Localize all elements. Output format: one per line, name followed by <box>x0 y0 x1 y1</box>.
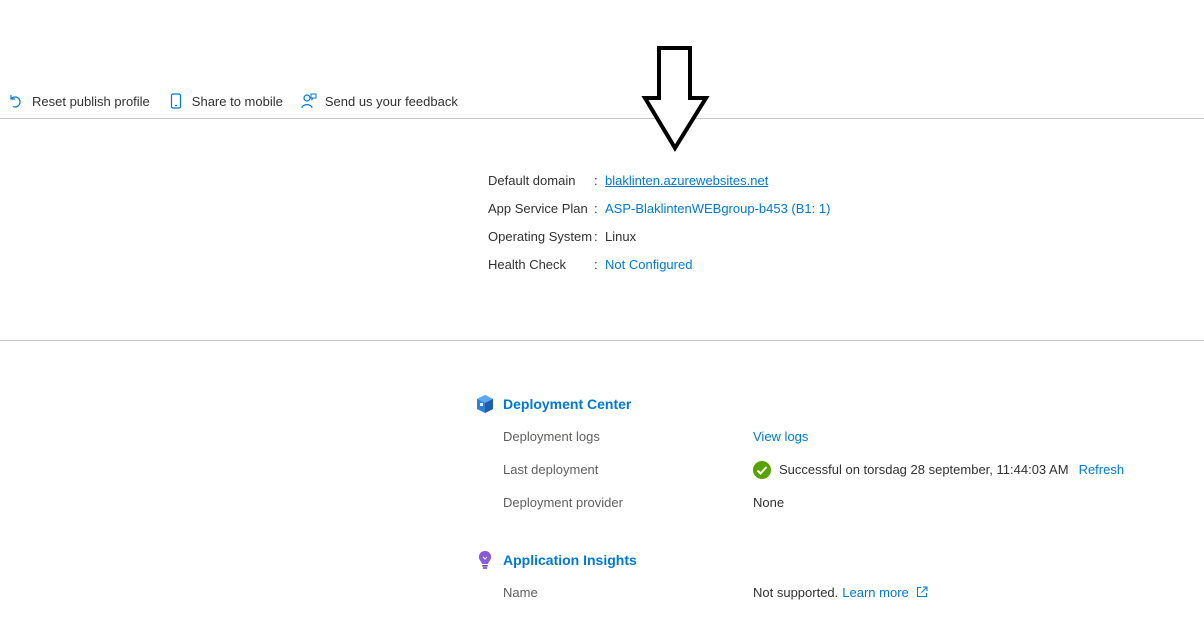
reset-publish-profile-button[interactable]: Reset publish profile <box>8 93 150 109</box>
command-bar: Reset publish profile Share to mobile Se… <box>0 88 468 114</box>
app-service-plan-label: App Service Plan <box>488 200 588 216</box>
view-logs-link[interactable]: View logs <box>753 429 808 444</box>
last-deployment-value: Successful on torsdag 28 september, 11:4… <box>753 460 1125 479</box>
default-domain-link[interactable]: blaklinten.azurewebsites.net <box>605 173 768 188</box>
deployment-provider-row: Deployment provider None <box>475 486 784 519</box>
operating-system-value: Linux <box>605 228 637 244</box>
app-service-plan-link[interactable]: ASP-BlaklintenWEBgroup-b453 (B1: 1) <box>605 201 830 216</box>
app-insights-name-value: Not supported. Learn more <box>753 585 928 600</box>
deployment-logs-label: Deployment logs <box>503 429 600 444</box>
not-supported-text: Not supported. <box>753 585 839 600</box>
deployment-cube-icon <box>477 395 493 413</box>
health-check-link[interactable]: Not Configured <box>605 257 692 272</box>
send-feedback-button[interactable]: Send us your feedback <box>301 93 458 109</box>
share-to-mobile-button[interactable]: Share to mobile <box>168 93 283 109</box>
last-deployment-row: Last deployment Successful on torsdag 28… <box>475 453 1124 486</box>
deployment-center-link[interactable]: Deployment Center <box>503 396 631 412</box>
application-insights-link[interactable]: Application Insights <box>503 552 637 568</box>
application-insights-header: Application Insights <box>475 548 637 572</box>
essentials-row-app-service-plan: App Service Plan : ASP-BlaklintenWEBgrou… <box>488 194 830 222</box>
undo-icon <box>10 95 21 108</box>
deployment-provider-label: Deployment provider <box>503 495 623 510</box>
deployment-center-section: Deployment Center Deployment logs View l… <box>475 392 1124 519</box>
learn-more-link[interactable]: Learn more <box>842 585 928 600</box>
reset-publish-profile-label: Reset publish profile <box>32 93 150 109</box>
last-deployment-label: Last deployment <box>503 462 599 477</box>
deployment-logs-value: View logs <box>753 429 808 444</box>
separator: : <box>594 172 598 188</box>
app-insights-name-row: Name Not supported. Learn more <box>475 576 928 609</box>
health-check-label: Health Check <box>488 256 567 272</box>
application-insights-section: Application Insights Name Not supported.… <box>475 548 928 609</box>
separator: : <box>594 256 598 272</box>
deployment-center-header: Deployment Center <box>475 392 631 416</box>
deployment-logs-row: Deployment logs View logs <box>475 420 808 453</box>
share-to-mobile-label: Share to mobile <box>191 93 283 109</box>
external-link-icon <box>917 586 928 597</box>
down-arrow-icon <box>641 46 710 152</box>
essentials-row-health-check: Health Check : Not Configured <box>488 250 830 278</box>
feedback-person-icon <box>301 93 317 109</box>
separator: : <box>594 228 598 244</box>
separator: : <box>594 200 598 216</box>
lightbulb-icon <box>478 551 492 569</box>
operating-system-label: Operating System <box>488 228 593 244</box>
default-domain-label: Default domain <box>488 172 576 188</box>
checkmark-circle-icon <box>753 460 771 479</box>
section-divider <box>0 340 1204 341</box>
deployment-provider-value: None <box>753 495 785 510</box>
app-insights-name-label: Name <box>503 585 538 600</box>
learn-more-label: Learn more <box>842 585 909 600</box>
essentials-row-operating-system: Operating System : Linux <box>488 222 830 250</box>
mobile-phone-icon <box>170 93 181 109</box>
essentials-row-default-domain: Default domain : blaklinten.azurewebsite… <box>488 166 830 194</box>
toolbar-divider <box>0 118 1204 119</box>
last-deployment-status: Successful on torsdag 28 september, 11:4… <box>779 462 1069 477</box>
essentials-panel: Default domain : blaklinten.azurewebsite… <box>488 166 830 278</box>
send-feedback-label: Send us your feedback <box>324 93 458 109</box>
refresh-link[interactable]: Refresh <box>1079 462 1125 477</box>
